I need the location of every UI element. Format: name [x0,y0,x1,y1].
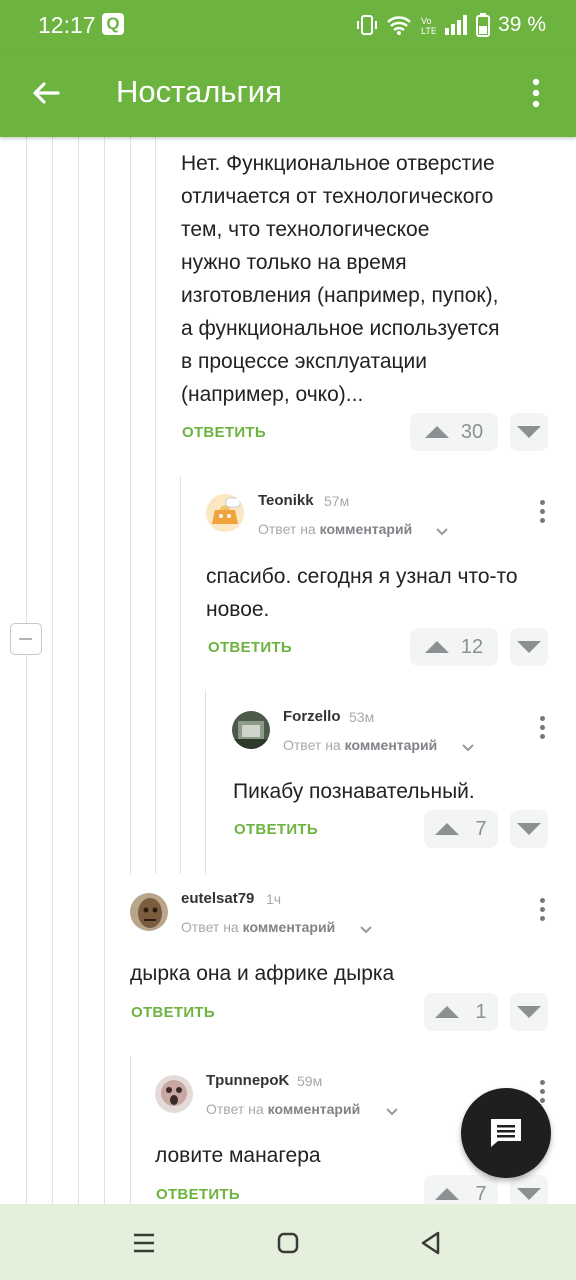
thread-line [26,137,27,1204]
reply-to-link[interactable]: Ответ на комментарий [258,521,412,537]
avatar[interactable] [206,494,244,532]
comment-author[interactable]: Teonikk [258,492,314,509]
upvote-button[interactable]: 12 [410,628,498,666]
thread-line [52,137,53,1204]
thread-line [155,137,156,874]
battery-icon [476,13,491,37]
svg-text:LTE: LTE [421,26,436,36]
status-icons: Vo LTE 39 % [356,10,546,40]
upvote-arrow-icon [435,1188,460,1200]
comment-author[interactable]: eutelsat79 [181,890,254,907]
reply-to-link[interactable]: Ответ на комментарий [283,737,437,753]
comment-text: спасибо. сегодня я узнал что-то новое. [206,565,518,621]
new-comment-button[interactable] [461,1088,551,1178]
thread-line [205,690,206,874]
comment-author[interactable]: Forzello [283,708,341,725]
collapse-thread-button[interactable] [10,623,42,655]
upvote-arrow-icon [435,823,460,835]
thread-line [130,1056,131,1204]
battery-percent: 39 % [498,13,546,36]
recent-apps-icon[interactable] [127,1226,161,1260]
downvote-button[interactable] [510,810,548,848]
thread-line [78,137,79,1204]
chevron-down-icon[interactable] [360,922,372,934]
reply-button[interactable]: ОТВЕТИТЬ [234,821,318,838]
chevron-down-icon[interactable] [462,740,474,752]
reply-button[interactable]: ОТВЕТИТЬ [182,424,266,441]
comment-text: Пикабу познавательный. [233,780,475,803]
vote-count: 30 [460,420,484,443]
comment-text: Нет. Функциональное отверстие отличается… [181,152,500,406]
avatar[interactable] [130,893,168,931]
avatar[interactable] [232,711,270,749]
message-icon [491,1119,521,1147]
volte-icon: Vo LTE [420,14,436,36]
thread-line [104,137,105,1204]
app-bar: Ностальгия [0,50,576,137]
reply-button[interactable]: ОТВЕТИТЬ [131,1004,215,1021]
page-title: Ностальгия [116,74,282,109]
vote-count: 12 [460,635,484,658]
more-vertical-icon[interactable] [537,898,547,926]
vibrate-icon [356,14,378,36]
chevron-down-icon[interactable] [386,1104,398,1116]
system-nav-bar [0,1204,576,1280]
comment-time: 59м [297,1073,323,1089]
downvote-button[interactable] [510,413,548,451]
reply-button[interactable]: ОТВЕТИТЬ [208,639,292,656]
upvote-button[interactable]: 7 [424,810,498,848]
more-vertical-icon[interactable] [518,74,554,114]
vote-count: 7 [475,817,487,840]
reply-to-link[interactable]: Ответ на комментарий [181,919,335,935]
vote-count: 1 [475,1000,487,1023]
home-icon[interactable] [271,1226,305,1260]
comment-time: 57м [324,493,350,509]
signal-icon [444,14,468,36]
avatar[interactable] [155,1075,193,1113]
upvote-arrow-icon [435,1006,460,1018]
reply-button[interactable]: ОТВЕТИТЬ [156,1186,240,1203]
thread-line [130,137,131,874]
upvote-button[interactable]: 1 [424,993,498,1031]
comment-time: 1ч [266,891,282,907]
thread-line [180,476,181,874]
status-time: 12:17 [38,12,96,38]
vote-count: 7 [475,1182,487,1205]
downvote-button[interactable] [510,993,548,1031]
comment-author[interactable]: TpunnepoK [206,1072,289,1089]
notification-badge: Q [102,13,124,35]
more-vertical-icon[interactable] [537,716,547,744]
upvote-arrow-icon [424,426,449,438]
upvote-button[interactable]: 30 [410,413,498,451]
downvote-button[interactable] [510,628,548,666]
reply-to-link[interactable]: Ответ на комментарий [206,1101,360,1117]
back-triangle-icon[interactable] [414,1226,448,1260]
more-vertical-icon[interactable] [537,500,547,528]
status-bar: 12:17 Q Vo LTE 39 % [0,0,576,50]
comment-time: 53м [349,709,375,725]
arrow-left-icon[interactable] [24,72,68,116]
svg-text:Vo: Vo [421,16,432,26]
comment-text: дырка она и африке дырка [130,962,395,985]
chevron-down-icon[interactable] [436,524,448,536]
wifi-icon [386,14,412,36]
upvote-arrow-icon [424,641,449,653]
comment-text: ловите манагера [155,1144,321,1167]
